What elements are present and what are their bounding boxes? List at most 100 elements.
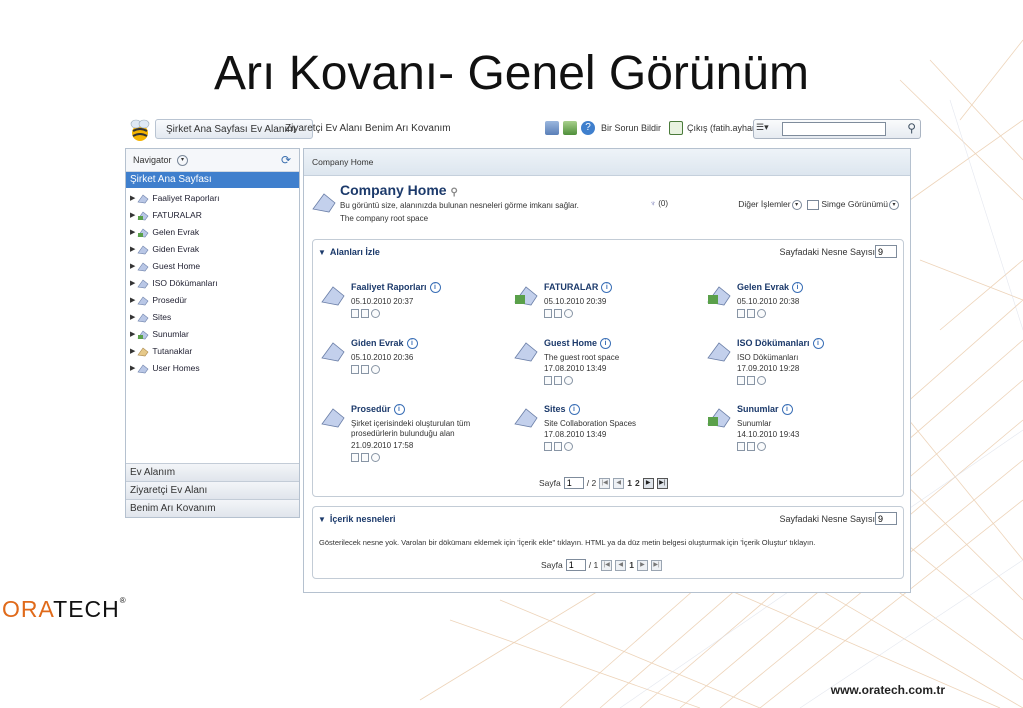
search-icon[interactable]: ⚲ — [907, 121, 916, 135]
tree-item[interactable]: ▶ Faaliyet Raporları — [126, 190, 299, 207]
first-page-icon[interactable]: |◀ — [599, 477, 611, 489]
space-item[interactable]: FATURALAR i 05.10.2010 20:39 — [514, 282, 694, 344]
logout-link[interactable]: Çıkış (fatih.ayhan) — [687, 123, 760, 133]
more-actions-icon[interactable] — [564, 442, 573, 451]
expand-arrow-icon[interactable]: ▶ — [130, 326, 135, 343]
logout-icon[interactable] — [669, 121, 684, 135]
expand-arrow-icon[interactable]: ▶ — [130, 207, 135, 224]
tree-item[interactable]: ▶ Giden Evrak — [126, 241, 299, 258]
details-icon[interactable] — [747, 442, 755, 451]
collapse-arrow-icon[interactable]: ▼ — [318, 515, 326, 524]
copy-icon[interactable] — [737, 442, 745, 451]
details-icon[interactable] — [554, 309, 562, 318]
more-actions-icon[interactable] — [371, 309, 380, 318]
last-page-icon[interactable]: ▶| — [656, 477, 668, 489]
expand-arrow-icon[interactable]: ▶ — [130, 309, 135, 326]
copy-icon[interactable] — [737, 309, 745, 318]
help-icon[interactable]: ? — [581, 121, 595, 135]
copy-icon[interactable] — [351, 365, 359, 374]
tree-item[interactable]: ▶ ISO Dökümanları — [126, 275, 299, 292]
expand-arrow-icon[interactable]: ▶ — [130, 275, 135, 292]
copy-icon[interactable] — [544, 376, 552, 385]
nav-section-guest-home[interactable]: Ziyaretçi Ev Alanı — [126, 481, 299, 499]
rss-icon[interactable]: ⚲ — [450, 187, 457, 198]
copy-icon[interactable] — [351, 309, 359, 318]
chevron-down-icon[interactable]: ▾ — [177, 155, 189, 167]
more-actions-icon[interactable] — [757, 442, 766, 451]
details-icon[interactable] — [747, 376, 755, 385]
details-icon[interactable] — [554, 376, 562, 385]
search-options-icon[interactable]: ☰▾ — [756, 122, 778, 136]
breadcrumb[interactable]: Company Home — [304, 149, 910, 176]
tree-item[interactable]: ▶ Guest Home — [126, 258, 299, 275]
page-number-1[interactable]: 1 — [627, 478, 632, 488]
space-item-title[interactable]: Sunumlar — [737, 404, 779, 414]
space-item-title[interactable]: Giden Evrak — [351, 338, 404, 348]
details-icon[interactable] — [554, 442, 562, 451]
space-item[interactable]: ISO Dökümanları i ISO Dökümanları 17.09.2… — [707, 338, 887, 400]
info-icon[interactable]: i — [812, 338, 824, 350]
details-icon[interactable] — [361, 453, 369, 462]
chevron-down-icon[interactable]: ▾ — [791, 199, 802, 210]
tree-item[interactable]: ▶ Gelen Evrak — [126, 224, 299, 241]
more-actions-icon[interactable] — [757, 309, 766, 318]
refresh-icon[interactable]: ⟳ — [281, 149, 291, 171]
tree-item[interactable]: ▶ FATURALAR — [126, 207, 299, 224]
more-actions-icon[interactable] — [371, 365, 380, 374]
more-actions-icon[interactable] — [564, 309, 573, 318]
space-item-title[interactable]: Sites — [544, 404, 566, 414]
groups-icon[interactable] — [563, 121, 577, 135]
prev-page-icon[interactable]: ◀ — [613, 477, 625, 489]
users-icon[interactable] — [545, 121, 559, 135]
search-input[interactable] — [782, 122, 886, 136]
nav-section-my-home[interactable]: Ev Alanım — [126, 463, 299, 481]
report-issue-link[interactable]: Bir Sorun Bildir — [601, 123, 661, 133]
space-item-title[interactable]: Faaliyet Raporları — [351, 282, 427, 292]
expand-arrow-icon[interactable]: ▶ — [130, 360, 135, 377]
more-actions-icon[interactable] — [371, 453, 380, 462]
expand-arrow-icon[interactable]: ▶ — [130, 292, 135, 309]
copy-icon[interactable] — [544, 309, 552, 318]
last-page-icon[interactable]: ▶| — [650, 559, 662, 571]
nav-active-company-home[interactable]: Şirket Ana Sayfası — [126, 172, 299, 188]
other-actions-menu[interactable]: Diğer İşlemler — [738, 199, 790, 209]
expand-arrow-icon[interactable]: ▶ — [130, 258, 135, 275]
next-page-icon[interactable]: ▶ — [642, 477, 654, 489]
space-item[interactable]: Prosedür i Şirket içerisindeki oluşturula… — [321, 404, 501, 466]
info-icon[interactable]: i — [601, 282, 613, 294]
copy-icon[interactable] — [544, 442, 552, 451]
details-icon[interactable] — [361, 365, 369, 374]
expand-arrow-icon[interactable]: ▶ — [130, 241, 135, 258]
info-icon[interactable]: i — [406, 338, 418, 350]
copy-icon[interactable] — [737, 376, 745, 385]
tree-item[interactable]: ▶ Prosedür — [126, 292, 299, 309]
first-page-icon[interactable]: |◀ — [601, 559, 613, 571]
space-item[interactable]: Giden Evrak i 05.10.2010 20:36 — [321, 338, 501, 400]
more-actions-icon[interactable] — [757, 376, 766, 385]
details-icon[interactable] — [747, 309, 755, 318]
space-item-title[interactable]: FATURALAR — [544, 282, 598, 292]
panel-title[interactable]: ▼ Alanları İzle — [318, 247, 380, 257]
more-actions-icon[interactable] — [564, 376, 573, 385]
info-icon[interactable]: i — [568, 404, 580, 416]
space-item-title[interactable]: Guest Home — [544, 338, 597, 348]
space-item[interactable]: Sites i Site Collaboration Spaces 17.08.2… — [514, 404, 694, 466]
info-icon[interactable]: i — [781, 404, 793, 416]
space-item-title[interactable]: ISO Dökümanları — [737, 338, 810, 348]
space-item[interactable]: Guest Home i The guest root space 17.08.2… — [514, 338, 694, 400]
discussion-count[interactable]: ♆ (0) — [650, 199, 668, 208]
space-item[interactable]: Gelen Evrak i 05.10.2010 20:38 — [707, 282, 887, 344]
chevron-down-icon[interactable]: ▾ — [889, 199, 899, 210]
expand-arrow-icon[interactable]: ▶ — [130, 190, 135, 207]
space-item-title[interactable]: Gelen Evrak — [737, 282, 789, 292]
nav-section-my-alfresco[interactable]: Benim Arı Kovanım — [126, 499, 299, 517]
details-icon[interactable] — [361, 309, 369, 318]
copy-icon[interactable] — [351, 453, 359, 462]
space-item-title[interactable]: Prosedür — [351, 404, 391, 414]
info-icon[interactable]: i — [393, 404, 405, 416]
info-icon[interactable]: i — [792, 282, 804, 294]
prev-page-icon[interactable]: ◀ — [615, 559, 627, 571]
space-item[interactable]: Faaliyet Raporları i 05.10.2010 20:37 — [321, 282, 501, 344]
items-per-page-input[interactable] — [875, 245, 897, 258]
tree-item[interactable]: ▶ Sites — [126, 309, 299, 326]
